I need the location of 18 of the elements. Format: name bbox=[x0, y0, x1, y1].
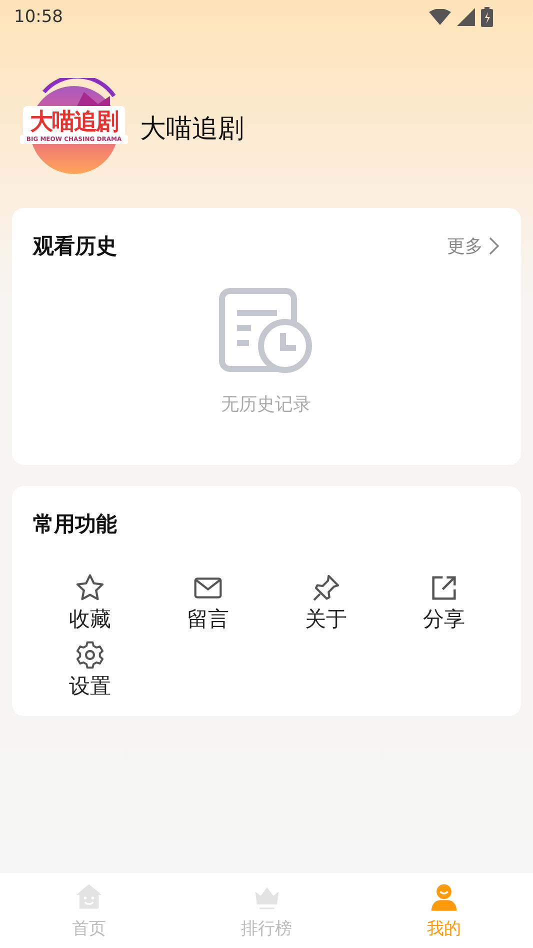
star-button[interactable]: 收藏 bbox=[55, 572, 125, 633]
user-name: 大喵追剧 bbox=[140, 112, 244, 146]
status-time: 10:58 bbox=[14, 7, 63, 27]
section-title: 观看历史 bbox=[33, 233, 117, 260]
logo-text: 大喵追剧 bbox=[23, 106, 125, 137]
empty-history-icon bbox=[219, 288, 313, 376]
pin-button[interactable]: 关于 bbox=[291, 572, 361, 633]
empty-message: 无历史记录 bbox=[221, 393, 311, 416]
settings-icon bbox=[74, 639, 106, 671]
chevron-right-icon bbox=[489, 237, 499, 255]
share-button[interactable]: 分享 bbox=[409, 572, 479, 633]
mail-button[interactable]: 留言 bbox=[173, 572, 243, 633]
battery-icon bbox=[481, 7, 493, 27]
settings-button[interactable]: 设置 bbox=[55, 639, 125, 700]
more-link[interactable]: 更多 bbox=[447, 234, 499, 258]
signal-icon bbox=[457, 8, 475, 26]
wifi-icon bbox=[429, 9, 451, 25]
section-title: 常用功能 bbox=[33, 512, 117, 536]
